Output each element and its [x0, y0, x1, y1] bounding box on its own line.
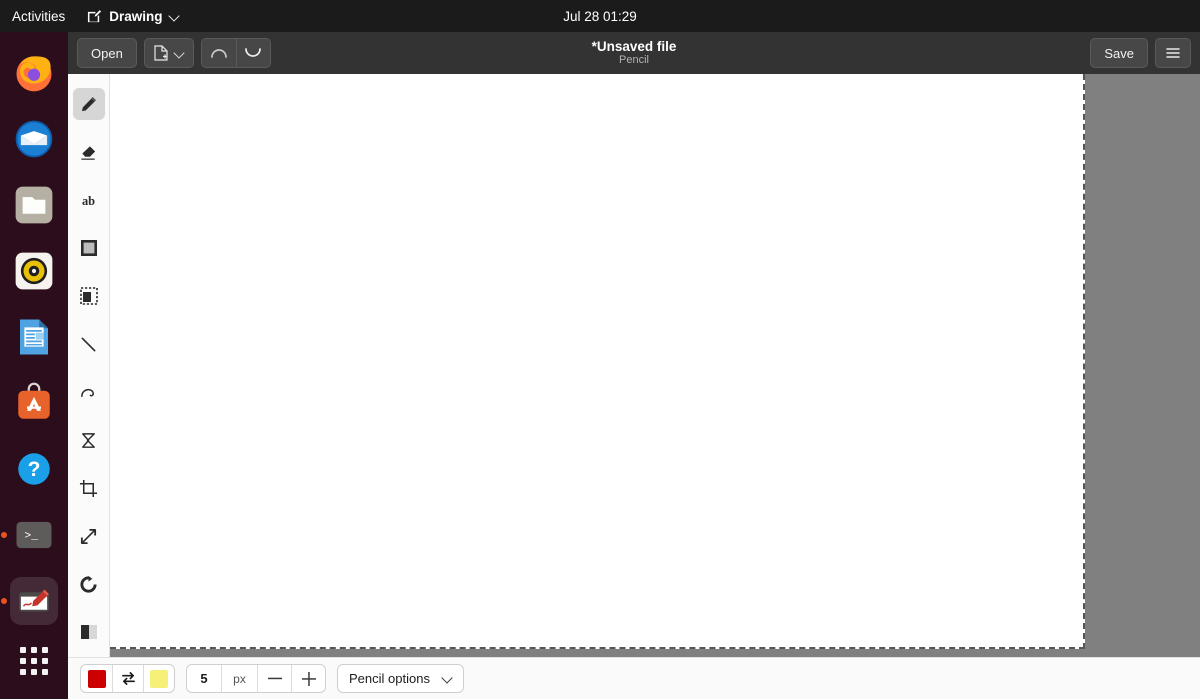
tool-shape[interactable] — [73, 424, 105, 456]
dock-item-files[interactable] — [10, 181, 58, 229]
new-document-icon — [154, 45, 168, 61]
main-color-swatch — [87, 669, 106, 688]
tool-scale[interactable] — [73, 520, 105, 552]
dock-item-libreoffice-writer[interactable] — [10, 313, 58, 361]
contrast-icon — [80, 623, 98, 641]
swap-colors-icon — [120, 671, 137, 686]
app-grid-icon — [20, 647, 48, 675]
main-color-button[interactable] — [81, 665, 112, 692]
minus-icon — [267, 677, 282, 680]
drawing-canvas[interactable] — [110, 74, 1085, 649]
secondary-color-swatch — [150, 669, 168, 688]
page-subtitle: Pencil — [619, 54, 649, 66]
size-unit-label: px — [221, 665, 257, 692]
svg-text:ab: ab — [82, 194, 95, 208]
curve-icon — [79, 383, 98, 402]
polygon-icon — [79, 431, 98, 450]
gnome-top-bar: Activities Drawing Jul 28 01:29 — [0, 0, 1200, 32]
tool-pencil[interactable] — [72, 88, 105, 120]
dock-item-terminal[interactable]: >_ — [1, 511, 58, 559]
bottom-toolbar: 5 px Pencil options — [68, 657, 1200, 699]
svg-text:>_: >_ — [24, 531, 38, 543]
secondary-color-button[interactable] — [143, 665, 174, 692]
filled-square-icon — [80, 239, 98, 257]
plus-icon — [301, 671, 316, 686]
save-button[interactable]: Save — [1090, 38, 1148, 68]
tools-sidebar: ab — [68, 74, 110, 657]
tool-options-button[interactable]: Pencil options — [337, 664, 464, 693]
show-applications-button[interactable] — [10, 637, 58, 685]
color-controls-group — [80, 664, 175, 693]
crop-icon — [79, 479, 98, 498]
drawing-app-icon — [87, 9, 102, 24]
page-title: *Unsaved file — [591, 39, 677, 54]
hamburger-menu-icon — [1165, 46, 1181, 60]
redo-button[interactable] — [235, 39, 270, 67]
dock-item-rhythmbox[interactable] — [10, 247, 58, 295]
dock-item-thunderbird[interactable] — [10, 115, 58, 163]
size-increase-button[interactable] — [291, 665, 325, 692]
text-ab-icon: ab — [78, 192, 99, 208]
tool-size-group: 5 px — [186, 664, 326, 693]
app-menu-button[interactable]: Drawing — [79, 9, 186, 24]
undo-redo-group — [200, 38, 271, 68]
tool-crop[interactable] — [73, 472, 105, 504]
editor-body: ab — [68, 74, 1200, 657]
dock-item-ubuntu-software[interactable] — [10, 379, 58, 427]
tool-options-label: Pencil options — [349, 671, 430, 686]
rotate-icon — [79, 575, 98, 594]
pencil-icon — [79, 95, 98, 114]
size-decrease-button[interactable] — [257, 665, 291, 692]
chevron-down-icon — [170, 12, 179, 21]
app-menu-label: Drawing — [109, 8, 163, 24]
screen: Activities Drawing Jul 28 01:29 ? >_ Ope… — [0, 0, 1200, 699]
line-icon — [79, 335, 98, 354]
running-indicator — [1, 532, 7, 538]
running-indicator — [1, 598, 7, 604]
activities-button[interactable]: Activities — [0, 9, 79, 24]
tool-rectangle[interactable] — [73, 232, 105, 264]
dock-item-help[interactable]: ? — [10, 445, 58, 493]
size-value[interactable]: 5 — [187, 665, 221, 692]
tool-rotate[interactable] — [73, 568, 105, 600]
swap-colors-button[interactable] — [112, 665, 143, 692]
dock-item-drawing[interactable] — [1, 577, 58, 625]
selection-icon — [79, 287, 98, 305]
canvas-surround[interactable] — [110, 74, 1200, 657]
tool-text[interactable]: ab — [73, 184, 105, 216]
chevron-down-icon — [443, 674, 452, 683]
dock-item-firefox[interactable] — [10, 49, 58, 97]
open-button[interactable]: Open — [77, 38, 137, 68]
chevron-down-icon — [175, 49, 184, 58]
tool-line[interactable] — [73, 328, 105, 360]
undo-button[interactable] — [202, 39, 236, 67]
tool-curve[interactable] — [73, 376, 105, 408]
scale-arrows-icon — [79, 527, 98, 546]
drawing-window: Open *Unsaved file Pencil Save ab 5 px P… — [68, 32, 1200, 699]
new-image-button[interactable] — [143, 38, 194, 68]
window-header-bar: Open *Unsaved file Pencil Save — [68, 32, 1200, 74]
eraser-icon — [79, 143, 98, 162]
tool-eraser[interactable] — [73, 136, 105, 168]
svg-text:?: ? — [28, 458, 41, 481]
tool-filters[interactable] — [73, 616, 105, 648]
ubuntu-dock: ? >_ — [0, 32, 68, 699]
main-menu-button[interactable] — [1155, 38, 1191, 68]
tool-selection[interactable] — [73, 280, 105, 312]
